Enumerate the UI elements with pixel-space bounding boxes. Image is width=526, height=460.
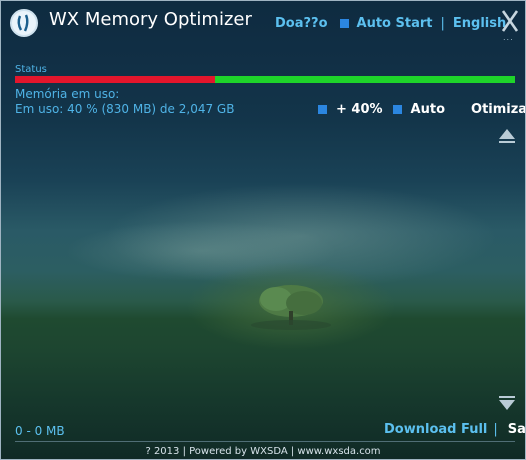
download-full-link[interactable]: Download Full [384, 422, 487, 437]
language-link[interactable]: English [453, 16, 506, 31]
close-x-icon [501, 10, 519, 32]
more-dots[interactable]: ... [503, 33, 514, 42]
threshold-checkbox[interactable] [318, 104, 327, 114]
scroll-down-button[interactable] [498, 395, 516, 411]
scroll-up-icon [499, 129, 515, 143]
exit-button[interactable]: Sair [508, 422, 525, 437]
autostart-link[interactable]: Auto Start [357, 16, 433, 31]
auto-label[interactable]: Auto [411, 102, 445, 117]
tree-image [251, 285, 331, 330]
wx-logo-icon [10, 9, 38, 37]
memory-label: Memória em uso: [15, 87, 120, 101]
bottom-links: Download Full | Sair [384, 422, 525, 437]
app-title: WX Memory Optimizer [49, 9, 252, 30]
donate-link[interactable]: Doa??o [275, 16, 328, 31]
scroll-up-button[interactable] [498, 128, 516, 144]
memory-value: Em uso: 40 % (830 MB) de 2,047 GB [15, 102, 235, 116]
close-button[interactable] [500, 9, 520, 33]
memory-counter: 0 - 0 MB [15, 424, 65, 438]
footer-divider [15, 441, 515, 442]
top-nav: Doa??o Auto Start | English [275, 14, 506, 32]
status-used-fill [15, 76, 215, 83]
status-bar [15, 76, 515, 83]
app-window: WX Memory Optimizer Doa??o Auto Start | … [0, 0, 526, 460]
footer-text[interactable]: ? 2013 | Powered by WXSDA | www.wxsda.co… [1, 446, 525, 457]
optimize-button[interactable]: Otimizar [471, 102, 525, 117]
options-row: + 40% Auto Otimizar [318, 101, 525, 117]
auto-checkbox[interactable] [392, 104, 402, 114]
bottom-separator: | [493, 422, 498, 437]
nav-separator: | [440, 15, 445, 31]
scroll-down-icon [499, 396, 515, 410]
autostart-checkbox[interactable] [339, 18, 349, 28]
threshold-label[interactable]: + 40% [336, 102, 383, 117]
status-label: Status [15, 64, 47, 75]
